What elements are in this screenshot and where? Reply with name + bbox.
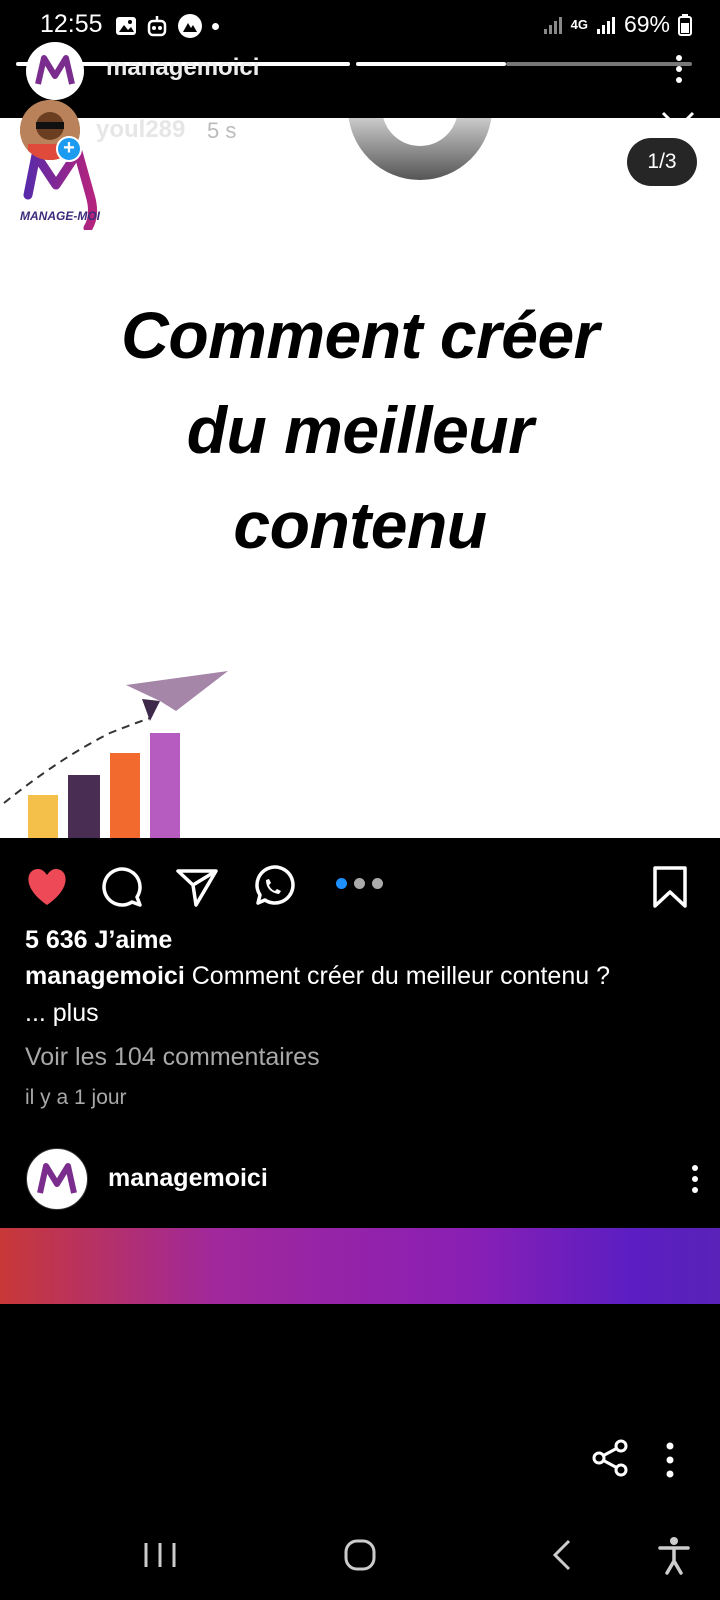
next-post-avatar[interactable] [26, 1148, 88, 1210]
status-notification-icons [115, 13, 219, 39]
status-system-icons: 4G 69% [543, 11, 692, 38]
headline-line-3: contenu [233, 488, 487, 562]
decorative-ring [348, 118, 492, 180]
view-comments-link[interactable]: Voir les 104 commentaires [25, 1043, 320, 1072]
next-post-media[interactable] [0, 1228, 720, 1304]
brand-logo-icon-2 [37, 1163, 77, 1194]
story-username[interactable]: managemoici [106, 54, 259, 82]
carousel-dot-3 [372, 878, 383, 889]
caption-more-link[interactable]: ... plus [25, 999, 99, 1027]
caption: managemoici Comment créer du meilleur co… [25, 958, 695, 1032]
headline: Comment créer du meilleur contenu [40, 288, 680, 573]
carousel-dot-2 [354, 878, 365, 889]
bookmark-icon[interactable] [650, 864, 690, 910]
status-time: 12:55 [40, 10, 103, 38]
battery-icon [678, 13, 692, 36]
story-avatar[interactable] [26, 42, 84, 100]
recent-apps-icon[interactable] [140, 1535, 180, 1575]
story-more-icon[interactable] [674, 54, 684, 84]
signal-icon [543, 16, 562, 34]
reposter-username[interactable]: youl289 [96, 116, 185, 144]
post-image[interactable]: MANAGE-MOI Comment créer du meilleur con… [0, 118, 720, 838]
send-icon[interactable] [174, 864, 220, 910]
share-icon[interactable] [590, 1438, 630, 1478]
back-icon[interactable] [545, 1535, 585, 1575]
brand-logo-icon [35, 55, 75, 85]
headline-line-1: Comment créer [121, 298, 599, 372]
next-post-username[interactable]: managemoici [108, 1164, 268, 1193]
comment-icon[interactable] [99, 864, 145, 910]
whatsapp-icon[interactable] [249, 864, 295, 910]
robot-icon [147, 16, 167, 37]
home-icon[interactable] [340, 1535, 380, 1575]
signal-icon-2 [596, 16, 615, 34]
more-notifications-dot [212, 22, 219, 30]
reposter-time: 5 s [207, 118, 237, 143]
post-timestamp: il y a 1 jour [25, 1086, 127, 1109]
likes-count[interactable]: 5 636 J’aime [25, 926, 172, 955]
heart-icon[interactable] [24, 864, 70, 910]
logo-text: MANAGE-MOI [20, 209, 101, 223]
growth-chart-illustration [3, 671, 228, 838]
next-post-more-icon[interactable] [690, 1164, 700, 1194]
network-type: 4G [570, 17, 588, 32]
battery-level: 69% [623, 11, 670, 37]
more-icon[interactable] [660, 1440, 680, 1480]
carousel-dot-1 [336, 878, 347, 889]
caption-username[interactable]: managemoici [25, 962, 185, 990]
accessibility-icon[interactable] [654, 1535, 694, 1575]
headline-line-2: du meilleur [186, 393, 534, 467]
story-progress-2-remaining [506, 62, 692, 66]
story-progress-2 [356, 62, 506, 66]
caption-text: Comment créer du meilleur contenu ? [191, 962, 610, 990]
status-bar: 12:55 4G 69% [0, 0, 720, 56]
follow-plus-icon[interactable]: + [56, 136, 82, 162]
gallery-icon [116, 17, 136, 35]
app-icon [178, 14, 202, 38]
carousel-counter: 1/3 [627, 138, 697, 186]
carousel-dots [336, 878, 383, 889]
